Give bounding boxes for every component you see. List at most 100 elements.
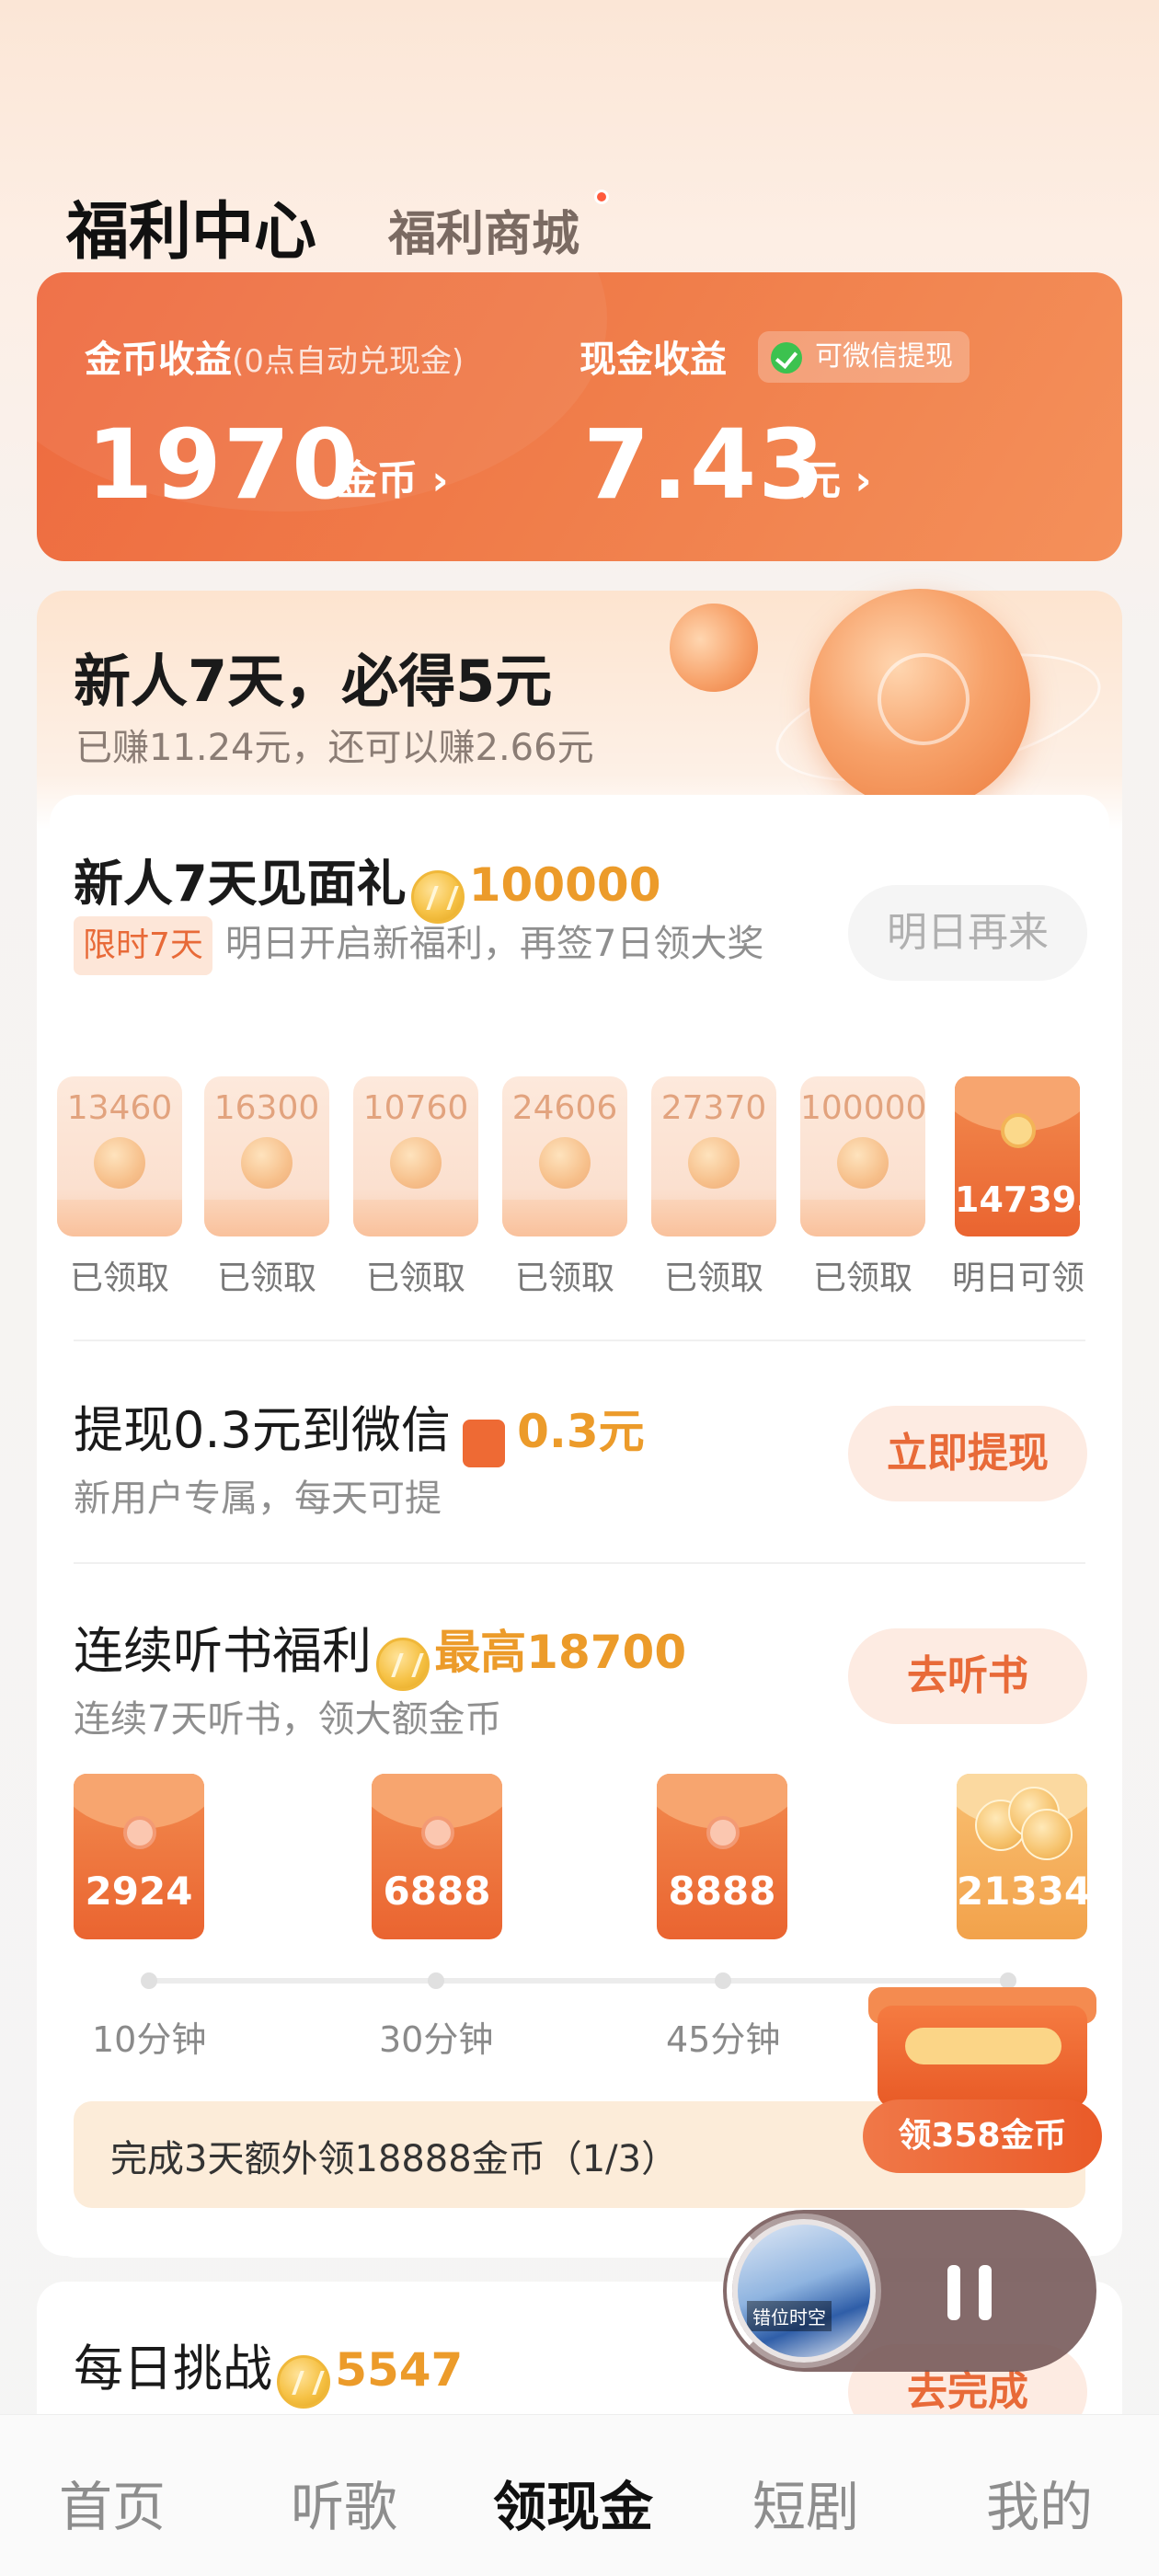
listen-header: 连续听书福利 最高18700 [74,1610,686,1691]
progress-time-label: 10分钟 [92,2019,207,2060]
listen-max: 最高18700 [434,1626,687,1679]
listen-subtitle: 连续7天听书，领大额金币 [74,1698,502,1741]
withdraw-subtitle: 新用户专属，每天可提 [74,1478,442,1520]
cash-earnings-value[interactable]: 7.43 [583,408,827,521]
listen-reward-envelope[interactable]: 2924 [74,1774,204,1939]
listen-reward-value: 8888 [668,1869,776,1914]
day-reward-value: 27370 [660,1089,767,1127]
day-reward-tile[interactable]: 13460 [57,1076,182,1236]
day-reward-tile[interactable]: 16300 [204,1076,329,1236]
gift-desc-text: 明日开启新福利，再签7日领大奖 [224,923,764,965]
treasure-chest-icon[interactable] [868,1969,1096,2116]
progress-dot [428,1972,444,1989]
divider [74,1340,1085,1341]
coin-icon [241,1137,293,1189]
day-reward-label: 已领取 [663,1259,763,1297]
red-envelope-icon [1001,1113,1036,1148]
listen-reward-value: 2924 [85,1869,193,1914]
daily-coins: 5547 [335,2343,464,2397]
nav-earn-cash[interactable]: 领现金 [493,2464,653,2541]
nav-home[interactable]: 首页 [59,2464,166,2541]
notification-dot [594,190,609,204]
withdraw-header: 提现0.3元到微信 0.3元 [74,1389,645,1467]
coin-icon [410,869,465,924]
red-envelope-icon [462,1419,505,1467]
coin-icon [539,1137,591,1189]
listen-reward-value: 6888 [383,1869,491,1914]
day-reward-label: 已领取 [69,1259,169,1297]
listen-reward-envelope[interactable]: 21334 [957,1774,1087,1939]
listen-title: 连续听书福利 [74,1622,372,1680]
newbie-subtitle: 已赚11.24元，还可以赚2.66元 [75,727,594,769]
coin-icon [277,2354,331,2409]
cash-unit-label: 元 [800,457,841,504]
day-reward-value: 24606 [511,1089,618,1127]
playback-progress-ring [727,2214,881,2368]
day-reward-label: 明日可领 [951,1259,1084,1297]
day-reward-tile[interactable]: 10760 [353,1076,478,1236]
progress-time-label: 30分钟 [379,2019,494,2060]
nav-profile[interactable]: 我的 [986,2464,1093,2541]
progress-time-label: 45分钟 [666,2019,781,2060]
withdraw-amount: 0.3元 [517,1405,645,1458]
page-title: 福利中心 [66,196,317,269]
coin-decoration-icon [809,589,1030,810]
nav-music[interactable]: 听歌 [291,2464,397,2541]
withdraw-now-button[interactable]: 立即提现 [848,1406,1087,1501]
red-envelope-icon [706,1816,740,1849]
coin-icon [376,1637,430,1691]
day-reward-tile[interactable]: 24606 [502,1076,627,1236]
gift-header: 新人7天见面礼 100000 [74,843,661,924]
day-reward-value: 16300 [213,1089,320,1127]
day-reward-tile-tomorrow[interactable]: 147395 [955,1076,1080,1236]
chevron-right-icon: › [431,457,449,504]
earnings-card: 金币收益(0点自动兑现金) 1970 金币 › 现金收益 可微信提现 7.43 … [37,272,1122,561]
daily-header: 每日挑战 5547 [74,2328,463,2409]
coin-earnings-unit[interactable]: 金币 › [337,447,448,506]
gift-coins: 100000 [468,858,661,912]
daily-title: 每日挑战 [74,2340,272,2398]
red-envelope-icon [421,1816,454,1849]
listen-reward-envelope[interactable]: 6888 [372,1774,502,1939]
coin-unit-label: 金币 [337,457,418,504]
day-reward-label: 已领取 [514,1259,614,1297]
coin-icon [390,1137,442,1189]
wechat-badge-label: 可微信提现 [815,340,953,373]
day-reward-label: 已领取 [365,1259,465,1297]
listen-reward-value: 21334 [957,1869,1087,1914]
day-reward-value: 147395 [955,1179,1080,1220]
withdraw-title: 提现0.3元到微信 [74,1401,451,1459]
listen-reward-envelope[interactable]: 8888 [657,1774,787,1939]
coin-pile-icon [975,1781,1073,1860]
chevron-right-icon: › [855,457,872,504]
tab-welfare-mall[interactable]: 福利商城 [388,195,580,264]
progress-dot [141,1972,157,1989]
progress-dot [715,1972,731,1989]
wechat-withdraw-badge: 可微信提现 [758,331,970,383]
day-reward-value: 100000 [800,1089,925,1127]
bonus-text: 完成3天额外领18888金币（1/3） [110,2138,679,2180]
day-reward-value: 10760 [362,1089,469,1127]
coin-icon [837,1137,889,1189]
newbie-title: 新人7天，必得5元 [74,648,553,715]
day-reward-label: 已领取 [216,1259,316,1297]
red-envelope-icon [123,1816,156,1849]
check-icon [771,342,802,374]
coin-icon [94,1137,145,1189]
claim-chest-button[interactable]: 领358金币 [863,2099,1102,2173]
gift-desc: 限时7天 明日开启新福利，再签7日领大奖 [74,916,809,975]
come-back-tomorrow-button[interactable]: 明日再来 [848,885,1087,981]
coin-earnings-label: 金币收益(0点自动兑现金) [85,329,464,383]
day-reward-label: 已领取 [812,1259,912,1297]
gift-title: 新人7天见面礼 [74,855,407,913]
coin-icon [688,1137,740,1189]
coin-earnings-note: (0点自动兑现金) [232,343,465,380]
go-listen-button[interactable]: 去听书 [848,1628,1087,1724]
coin-earnings-title: 金币收益 [85,339,232,381]
coin-earnings-value[interactable]: 1970 [86,408,360,521]
cash-earnings-label: 现金收益 [580,339,727,381]
day-reward-tile[interactable]: 100000 [800,1076,925,1236]
nav-short-drama[interactable]: 短剧 [752,2464,859,2541]
cash-earnings-unit[interactable]: 元 › [800,447,871,506]
day-reward-tile[interactable]: 27370 [651,1076,776,1236]
